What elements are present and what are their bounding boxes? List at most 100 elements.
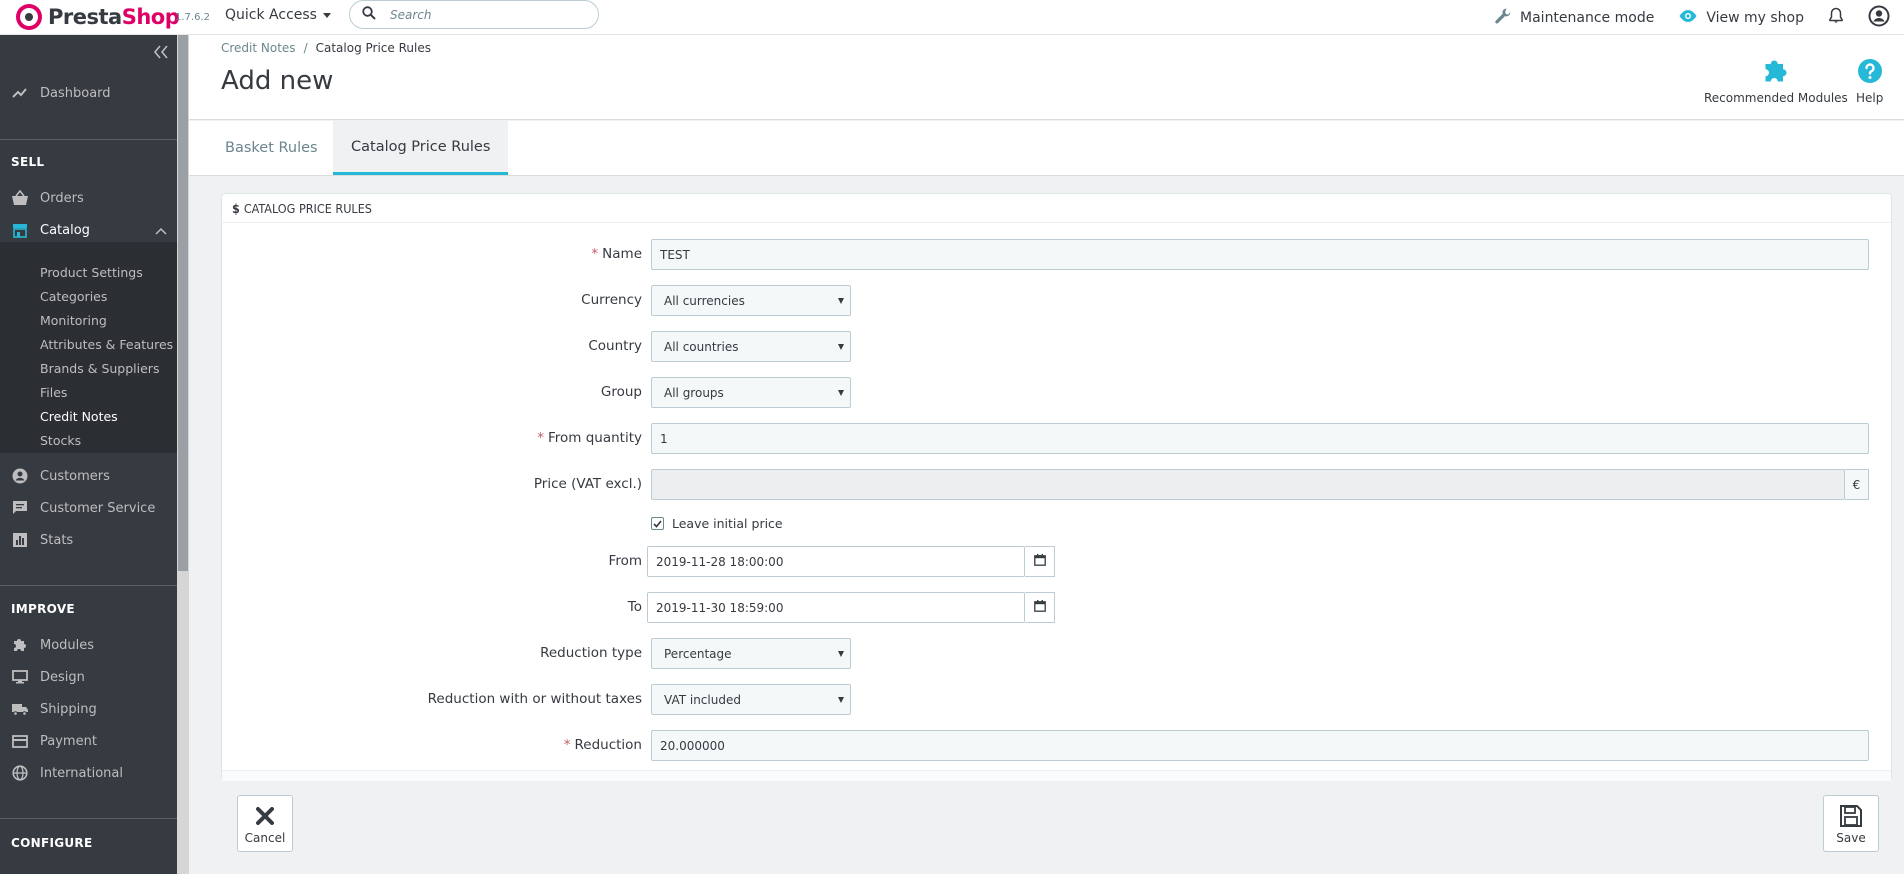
sidebar-item-label: International bbox=[40, 765, 123, 781]
notifications-button[interactable] bbox=[1828, 7, 1844, 29]
header-actions: Maintenance mode View my shop bbox=[1470, 0, 1904, 35]
euro-addon: € bbox=[1845, 469, 1869, 500]
dollar-icon: $ bbox=[232, 200, 240, 216]
maintenance-mode-link[interactable]: Maintenance mode bbox=[1494, 7, 1654, 29]
submenu-monitoring[interactable]: Monitoring bbox=[40, 313, 107, 328]
submenu-credit-notes[interactable]: Credit Notes bbox=[40, 409, 118, 424]
search-input[interactable] bbox=[390, 7, 570, 22]
reduction-type-value: Percentage bbox=[664, 646, 732, 661]
view-my-shop-link[interactable]: View my shop bbox=[1678, 9, 1804, 27]
quick-access-dropdown[interactable]: Quick Access bbox=[225, 7, 331, 23]
from-quantity-input[interactable] bbox=[651, 423, 1869, 454]
basket-icon bbox=[10, 190, 30, 206]
logo-text: PrestaShop bbox=[48, 5, 180, 29]
submenu-brands-suppliers[interactable]: Brands & Suppliers bbox=[40, 361, 159, 376]
currency-select[interactable]: All currencies bbox=[651, 285, 851, 316]
submenu-product-settings[interactable]: Product Settings bbox=[40, 265, 143, 280]
recommended-modules-button[interactable]: Recommended Modules bbox=[1704, 55, 1848, 105]
page-header: Credit Notes / Catalog Price Rules Add new… bbox=[189, 35, 1904, 120]
cancel-button[interactable]: Cancel bbox=[237, 795, 293, 852]
cancel-label: Cancel bbox=[244, 830, 286, 845]
page-title: Add new bbox=[221, 66, 334, 96]
sidebar-item-payment[interactable]: Payment bbox=[0, 726, 177, 756]
dropdown-arrow-icon bbox=[838, 390, 844, 396]
sidebar-item-customer-service[interactable]: Customer Service bbox=[0, 493, 177, 523]
sidebar-item-dashboard[interactable]: Dashboard bbox=[0, 78, 177, 108]
to-calendar-button[interactable] bbox=[1025, 592, 1055, 623]
chevron-up-icon bbox=[155, 224, 167, 239]
quick-access-label: Quick Access bbox=[225, 7, 317, 23]
sidebar-item-label: Customer Service bbox=[40, 500, 156, 516]
sidebar-item-customers[interactable]: Customers bbox=[0, 461, 177, 491]
reduction-tax-select[interactable]: VAT included bbox=[651, 684, 851, 715]
to-date-input[interactable] bbox=[647, 592, 1025, 623]
from-calendar-button[interactable] bbox=[1025, 546, 1055, 577]
from-quantity-label: * From quantity bbox=[537, 430, 642, 446]
panel-footer bbox=[222, 770, 1891, 781]
to-label: To bbox=[627, 599, 642, 615]
caret-down-icon bbox=[322, 12, 331, 18]
sidebar-item-international[interactable]: International bbox=[0, 758, 177, 788]
sidebar-item-label: Orders bbox=[40, 190, 84, 206]
main-content: Credit Notes / Catalog Price Rules Add new… bbox=[189, 35, 1904, 874]
breadcrumb-item[interactable]: Credit Notes bbox=[221, 41, 296, 55]
name-input[interactable] bbox=[651, 239, 1869, 270]
save-button[interactable]: Save bbox=[1823, 795, 1879, 852]
catalog-price-rules-panel: $ CATALOG PRICE RULES *Name Currency All… bbox=[221, 193, 1892, 781]
submenu-attributes-features[interactable]: Attributes & Features bbox=[40, 337, 173, 352]
employee-profile-button[interactable] bbox=[1868, 5, 1890, 31]
close-icon bbox=[255, 803, 275, 829]
submenu-files[interactable]: Files bbox=[40, 385, 67, 400]
reduction-label: * Reduction bbox=[563, 737, 642, 753]
panel-title: CATALOG PRICE RULES bbox=[243, 200, 372, 216]
reduction-type-select[interactable]: Percentage bbox=[651, 638, 851, 669]
tab-basket-rules[interactable]: Basket Rules bbox=[207, 121, 336, 175]
dropdown-arrow-icon bbox=[838, 344, 844, 350]
leave-initial-price-row[interactable]: Leave initial price bbox=[651, 516, 783, 531]
version-label: 1.7.6.2 bbox=[175, 12, 210, 23]
sidebar-item-label: Payment bbox=[40, 733, 97, 749]
sidebar-item-label: Design bbox=[40, 669, 85, 685]
sidebar-item-label: Catalog bbox=[40, 222, 90, 238]
from-date-input[interactable] bbox=[647, 546, 1025, 577]
panel-heading: $ CATALOG PRICE RULES bbox=[222, 194, 1891, 223]
account-circle-icon bbox=[10, 468, 30, 484]
group-select[interactable]: All groups bbox=[651, 377, 851, 408]
submenu-categories[interactable]: Categories bbox=[40, 289, 107, 304]
bar-chart-icon bbox=[10, 532, 30, 548]
scrollbar-thumb[interactable] bbox=[178, 35, 188, 571]
sidebar-item-modules[interactable]: Modules bbox=[0, 630, 177, 660]
help-icon bbox=[1857, 55, 1883, 87]
prestashop-logo[interactable]: PrestaShop bbox=[16, 3, 180, 31]
search-box[interactable] bbox=[349, 0, 599, 29]
sidebar-item-orders[interactable]: Orders bbox=[0, 183, 177, 213]
reduction-input[interactable] bbox=[651, 730, 1869, 761]
reduction-tax-value: VAT included bbox=[664, 692, 741, 707]
puzzle-icon bbox=[10, 637, 30, 653]
group-value: All groups bbox=[664, 385, 724, 400]
sidebar-item-label: Modules bbox=[40, 637, 95, 653]
country-select[interactable]: All countries bbox=[651, 331, 851, 362]
collapse-menu-button[interactable] bbox=[153, 45, 169, 59]
sidebar-item-stats[interactable]: Stats bbox=[0, 525, 177, 555]
price-input[interactable] bbox=[651, 469, 1845, 500]
puffin-logo-icon bbox=[16, 4, 42, 30]
sidebar-scrollbar[interactable] bbox=[177, 35, 189, 874]
sidebar-divider bbox=[0, 585, 177, 586]
tab-catalog-price-rules[interactable]: Catalog Price Rules bbox=[333, 121, 509, 175]
view-my-shop-label: View my shop bbox=[1706, 9, 1804, 26]
leave-initial-price-checkbox[interactable] bbox=[651, 517, 664, 530]
top-header: PrestaShop 1.7.6.2 Quick Access Maintena… bbox=[0, 0, 1904, 35]
from-label: From bbox=[608, 553, 642, 569]
sidebar-item-catalog[interactable]: Catalog bbox=[0, 215, 177, 245]
sidebar-item-design[interactable]: Design bbox=[0, 662, 177, 692]
help-button[interactable]: Help bbox=[1856, 55, 1883, 105]
sidebar-divider bbox=[0, 818, 177, 819]
breadcrumb-current[interactable]: Catalog Price Rules bbox=[316, 41, 431, 55]
chat-icon bbox=[10, 500, 30, 516]
leave-initial-price-label: Leave initial price bbox=[672, 516, 783, 531]
sidebar-divider bbox=[0, 139, 177, 140]
submenu-stocks[interactable]: Stocks bbox=[40, 433, 81, 448]
sidebar-item-shipping[interactable]: Shipping bbox=[0, 694, 177, 724]
user-icon bbox=[1868, 5, 1890, 31]
